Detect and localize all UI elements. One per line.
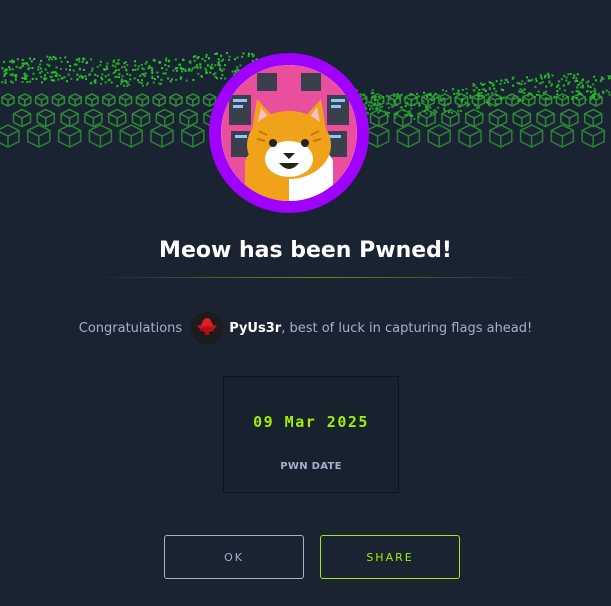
red-hat-hacker-icon	[191, 312, 223, 344]
title-divider	[95, 277, 535, 278]
congrats-prefix: Congratulations	[79, 321, 182, 336]
pwn-date-label: PWN DATE	[224, 461, 398, 472]
page-title: Meow has been Pwned!	[0, 238, 611, 263]
pwn-date-card: 09 Mar 2025 PWN DATE	[223, 376, 399, 493]
pwn-date-value: 09 Mar 2025	[224, 413, 398, 431]
machine-avatar	[209, 53, 369, 213]
congratulations-message: Congratulations PyUs3r , best of luck in…	[0, 312, 611, 344]
congrats-suffix: , best of luck in capturing flags ahead!	[281, 321, 532, 336]
user-avatar	[191, 312, 223, 344]
cat-face-icon	[221, 65, 357, 201]
share-button[interactable]: SHARE	[320, 535, 460, 579]
username: PyUs3r	[229, 321, 281, 336]
ok-button[interactable]: OK	[164, 535, 304, 579]
